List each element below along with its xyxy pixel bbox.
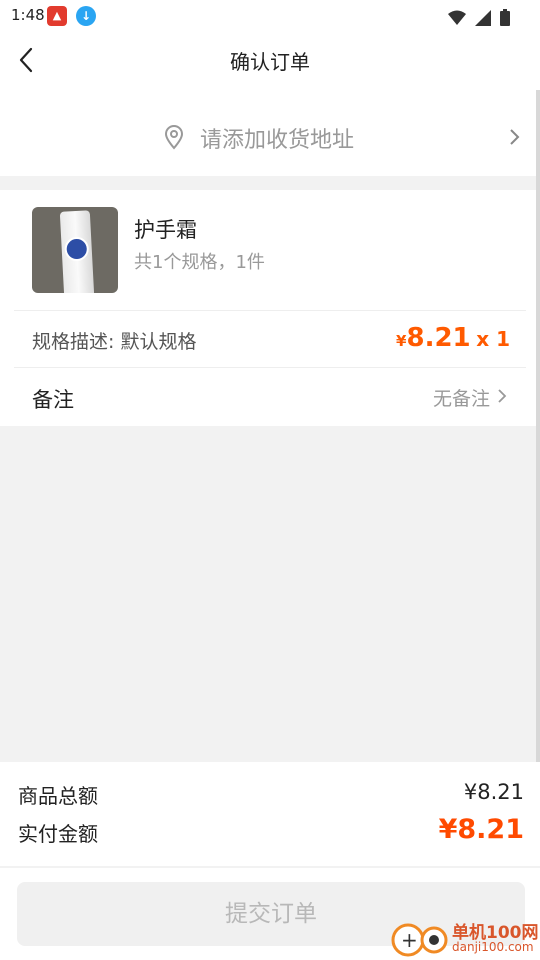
spec-row: 规格描述: 默认规格 ¥8.21 x 1 xyxy=(0,311,540,367)
add-address-row[interactable]: 请添加收货地址 xyxy=(0,88,540,176)
chevron-right-icon xyxy=(498,389,507,403)
system-icons xyxy=(444,7,510,26)
signal-icon xyxy=(474,9,491,26)
download-notification-icon: ↓ xyxy=(76,6,96,26)
price-amount: 8.21 xyxy=(406,323,471,353)
spec-description: 规格描述: 默认规格 xyxy=(32,331,197,353)
watermark-domain: danji100.com xyxy=(452,940,534,954)
product-summary: 共1个规格，1件 xyxy=(134,252,265,273)
app-notification-icon: ▲ xyxy=(47,6,67,26)
product-row[interactable]: 护手霜 共1个规格，1件 xyxy=(0,190,540,310)
item-quantity: x 1 xyxy=(476,327,510,351)
product-name: 护手霜 xyxy=(134,218,197,242)
chevron-right-icon xyxy=(510,129,520,145)
nav-bar: 确认订单 xyxy=(0,32,540,88)
paid-amount-label: 实付金额 xyxy=(18,822,98,846)
hand-cream-tube-image xyxy=(59,210,95,293)
paid-amount-value: ¥8.21 xyxy=(438,814,524,845)
battery-icon xyxy=(500,9,510,26)
product-image xyxy=(32,207,118,293)
status-time: 1:48 xyxy=(11,6,45,24)
goods-total-label: 商品总额 xyxy=(18,784,98,808)
order-summary: 商品总额 ¥8.21 实付金额 ¥8.21 xyxy=(0,762,540,866)
price-currency: ¥ xyxy=(396,332,407,350)
item-price: ¥8.21 x 1 xyxy=(396,323,510,353)
wifi-icon xyxy=(447,10,466,25)
watermark-logo-icon: + xyxy=(391,923,448,957)
scrollbar[interactable] xyxy=(536,90,540,790)
order-card: 护手霜 共1个规格，1件 规格描述: 默认规格 ¥8.21 x 1 备注 无备注 xyxy=(0,190,540,426)
note-label: 备注 xyxy=(32,388,74,412)
page-title: 确认订单 xyxy=(230,50,310,74)
note-value: 无备注 xyxy=(432,388,490,410)
location-pin-icon xyxy=(164,125,184,150)
site-watermark: + 单机100网 danji100.com xyxy=(390,916,540,960)
goods-total-value: ¥8.21 xyxy=(463,780,524,804)
add-address-label: 请添加收货地址 xyxy=(200,128,355,153)
note-row[interactable]: 备注 无备注 xyxy=(0,368,540,426)
svg-text:+: + xyxy=(401,928,418,952)
status-bar: 1:48 ▲ ↓ xyxy=(0,0,540,32)
